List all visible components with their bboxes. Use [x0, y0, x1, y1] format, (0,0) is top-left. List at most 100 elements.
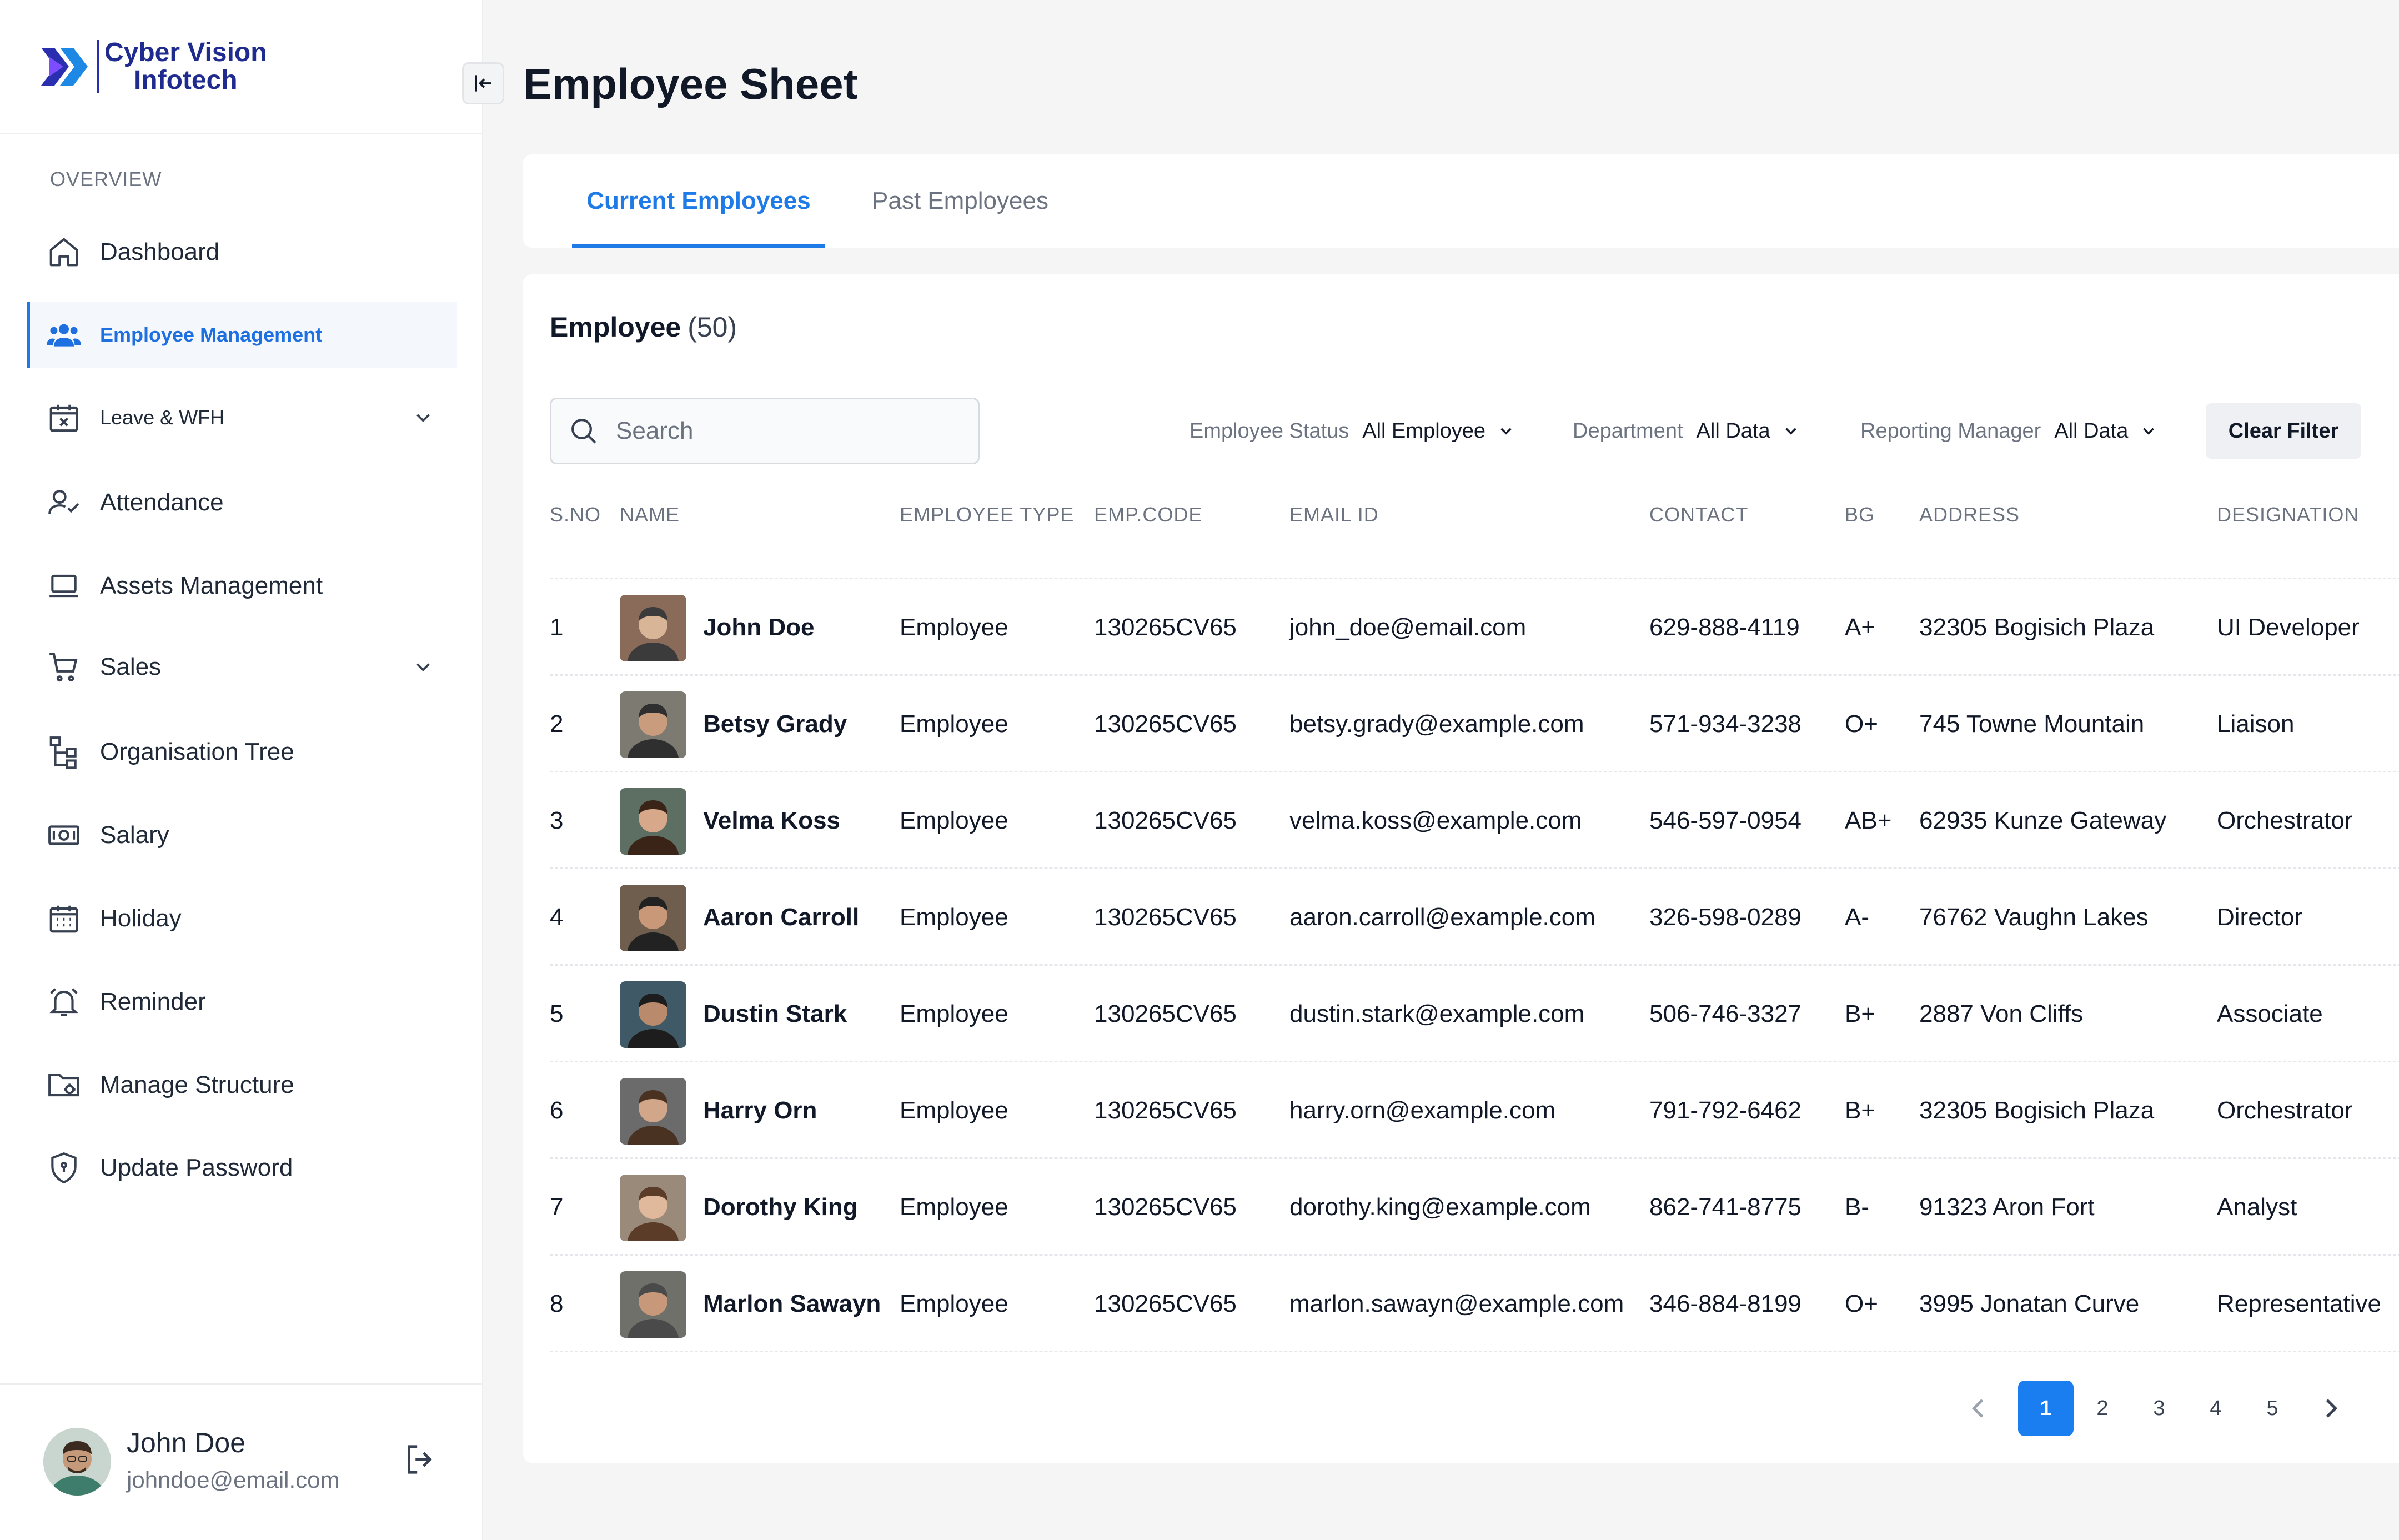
- cell-sno: 2: [550, 710, 564, 738]
- page-button[interactable]: 2: [2075, 1381, 2130, 1436]
- sidebar-item-organisation-tree[interactable]: Organisation Tree: [27, 719, 457, 785]
- cell-contact: 862-741-8775: [1649, 1193, 1802, 1221]
- page-button[interactable]: 1: [2018, 1381, 2074, 1436]
- laptop-icon: [47, 569, 81, 603]
- table-row[interactable]: 3 Velma Koss Employee 130265CV65 velma.koss@…: [523, 772, 2399, 869]
- folder-gear-icon: [47, 1068, 81, 1102]
- tab-past-employees[interactable]: Past Employees: [856, 154, 1064, 248]
- user-profile: John Doe johndoe@email.com: [0, 1383, 483, 1540]
- cell-emp-code: 130265CV65: [1094, 904, 1237, 931]
- profile-email: johndoe@email.com: [127, 1467, 340, 1493]
- column-header[interactable]: DESIGNATION: [2217, 503, 2359, 526]
- row-divider: [550, 1351, 2399, 1352]
- column-header[interactable]: NAME: [620, 503, 680, 526]
- sidebar-item-label: Reminder: [100, 988, 206, 1015]
- table-row[interactable]: 1 John Doe Employee 130265CV65 john_doe@emai…: [523, 579, 2399, 676]
- search-icon: [568, 415, 616, 447]
- avatar[interactable]: [43, 1428, 111, 1496]
- sidebar-item-label: Organisation Tree: [100, 738, 294, 765]
- cell-address: 745 Towne Mountain: [1919, 710, 2145, 738]
- table-row[interactable]: 5 Dustin Stark Employee 130265CV65 dustin.st…: [523, 966, 2399, 1062]
- collapse-sidebar-button[interactable]: [462, 62, 504, 104]
- table-row[interactable]: 4 Aaron Carroll Employee 130265CV65 aaron.ca…: [523, 869, 2399, 966]
- tab-current-employees[interactable]: Current Employees: [572, 154, 825, 248]
- sidebar-item-holiday[interactable]: Holiday: [27, 886, 457, 951]
- sidebar-item-label: Attendance: [100, 489, 224, 516]
- page-button[interactable]: 5: [2245, 1381, 2300, 1436]
- cell-contact: 346-884-8199: [1649, 1290, 1802, 1317]
- next-page-icon[interactable]: [2315, 1392, 2348, 1425]
- table-row[interactable]: 2 Betsy Grady Employee 130265CV65 betsy.grad…: [523, 676, 2399, 772]
- logout-icon[interactable]: [401, 1440, 440, 1479]
- cell-employee-type: Employee: [900, 614, 1008, 641]
- table-row[interactable]: 8 Marlon Sawayn Employee 130265CV65 marlon.s…: [523, 1256, 2399, 1352]
- cell-sno: 5: [550, 1000, 564, 1027]
- avatar: [620, 1175, 686, 1241]
- chevron-down-icon: [2128, 422, 2158, 440]
- page-button[interactable]: 4: [2188, 1381, 2244, 1436]
- cell-address: 3995 Jonatan Curve: [1919, 1290, 2140, 1317]
- department-filter[interactable]: Department All Data: [1573, 398, 1800, 464]
- home-icon: [47, 235, 81, 269]
- reporting-manager-filter[interactable]: Reporting Manager All Data: [1860, 398, 2158, 464]
- sidebar-item-label: Sales: [100, 653, 162, 680]
- sidebar-item-sales[interactable]: Sales: [27, 634, 457, 700]
- search-input[interactable]: [616, 417, 960, 445]
- page-button[interactable]: 3: [2131, 1381, 2187, 1436]
- cell-address: 76762 Vaughn Lakes: [1919, 904, 2149, 931]
- sidebar-item-dashboard[interactable]: Dashboard: [27, 219, 457, 285]
- sidebar-item-update-password[interactable]: Update Password: [27, 1135, 457, 1201]
- search-box[interactable]: [550, 398, 980, 464]
- employee-count: (50): [687, 312, 737, 343]
- cell-name: Dorothy King: [703, 1193, 858, 1221]
- brand[interactable]: Cyber Vision Infotech: [0, 0, 482, 134]
- column-header[interactable]: ADDRESS: [1919, 503, 2020, 526]
- column-header[interactable]: EMP.CODE: [1094, 503, 1202, 526]
- column-header[interactable]: BG: [1845, 503, 1875, 526]
- table-row[interactable]: 7 Dorothy King Employee 130265CV65 dorothy.k…: [523, 1159, 2399, 1256]
- sidebar-item-salary[interactable]: Salary: [27, 802, 457, 868]
- filter-label: Department: [1573, 419, 1683, 443]
- calendar-icon: [47, 901, 81, 936]
- cell-blood-group: A+: [1845, 614, 1876, 641]
- brand-line-1: Cyber Vision: [104, 37, 267, 67]
- tree-icon: [47, 735, 81, 769]
- prev-page-icon[interactable]: [1961, 1392, 1995, 1425]
- employee-status-filter[interactable]: Employee Status All Employee: [1190, 398, 1515, 464]
- chevron-down-icon[interactable]: [411, 406, 435, 429]
- cell-employee-type: Employee: [900, 1193, 1008, 1221]
- chevron-down-icon: [1770, 422, 1800, 440]
- cell-designation: Representative: [2217, 1290, 2381, 1317]
- column-header[interactable]: CONTACT: [1649, 503, 1748, 526]
- column-header[interactable]: EMAIL ID: [1289, 503, 1379, 526]
- cell-designation: Analyst: [2217, 1193, 2297, 1221]
- column-header[interactable]: EMPLOYEE TYPE: [900, 503, 1074, 526]
- cell-email: dustin.stark@example.com: [1289, 1000, 1585, 1027]
- sidebar-item-label: Assets Management: [100, 572, 323, 599]
- sidebar-item-assets-management[interactable]: Assets Management: [27, 553, 457, 619]
- brand-divider: [97, 39, 99, 93]
- sidebar-item-attendance[interactable]: Attendance: [27, 470, 457, 535]
- cell-sno: 8: [550, 1290, 564, 1317]
- cell-name: Aaron Carroll: [703, 904, 860, 931]
- sidebar-item-manage-structure[interactable]: Manage Structure: [27, 1052, 457, 1118]
- cell-blood-group: O+: [1845, 1290, 1878, 1317]
- cell-blood-group: AB+: [1845, 807, 1892, 834]
- sidebar-item-reminder[interactable]: Reminder: [27, 969, 457, 1035]
- table-row[interactable]: 6 Harry Orn Employee 130265CV65 harry.orn@ex…: [523, 1062, 2399, 1159]
- column-header[interactable]: S.NO: [550, 503, 601, 526]
- user-check-icon: [47, 485, 81, 520]
- sidebar-item-leave-wfh[interactable]: Leave & WFH: [27, 385, 457, 450]
- logo-icon: [38, 40, 91, 93]
- sidebar-item-label: Leave & WFH: [100, 406, 225, 429]
- cell-blood-group: B-: [1845, 1193, 1869, 1221]
- cell-employee-type: Employee: [900, 1000, 1008, 1027]
- chevron-down-icon[interactable]: [411, 655, 435, 679]
- cell-name: Velma Koss: [703, 807, 841, 834]
- sidebar-item-employee-management[interactable]: Employee Management: [27, 302, 457, 368]
- cell-blood-group: B+: [1845, 1097, 1876, 1124]
- filter-label: Reporting Manager: [1860, 419, 2041, 443]
- cell-designation: Orchestrator: [2217, 807, 2353, 834]
- clear-filter-button[interactable]: Clear Filter: [2206, 403, 2361, 459]
- cell-name: Dustin Stark: [703, 1000, 847, 1027]
